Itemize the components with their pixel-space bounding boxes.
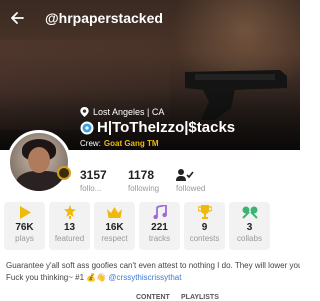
arrow-left-icon [11,12,24,24]
back-button[interactable] [9,10,25,26]
play-icon [17,205,33,219]
following-stat[interactable]: 1178 following [128,168,159,193]
tracks-card[interactable]: 221 tracks [139,202,180,250]
collab-icon [241,205,258,219]
crown-icon [107,205,123,219]
stats-cards: 76K plays 13 featured 16K respect 221 tr… [4,202,314,250]
followers-count: 3157 [80,168,107,182]
bio-mention-link[interactable]: @crssythiscrissythat [108,273,181,282]
crew-line: Crew: Goat Gang TM [80,139,159,148]
top-bar: @hrpaperstacked [0,0,300,36]
profile-handle: @hrpaperstacked [45,10,163,26]
bio: Guarantee y'all soft ass goofies can't e… [6,260,300,284]
crew-label: Crew: [80,139,101,148]
card-value: 76K [15,222,34,233]
music-note-icon [152,205,168,219]
location-text: Lost Angeles | CA [93,107,165,117]
location-pin-icon [80,107,89,117]
followers-label: follo... [80,184,102,193]
followers-stat[interactable]: 3157 follo... [80,168,107,193]
followed-label: followed [176,184,206,193]
card-label: featured [54,234,85,243]
disc-icon [80,121,94,134]
following-count: 1178 [128,168,155,182]
followed-button[interactable]: followed [176,168,205,193]
card-value: 221 [151,222,168,233]
card-label: respect [101,234,128,243]
card-label: contests [189,234,220,243]
user-check-icon [176,169,194,181]
plays-card[interactable]: 76K plays [4,202,45,250]
bio-text: Fuck you thinking~ #1 💰👋 [6,273,109,282]
avatar[interactable] [7,130,71,194]
featured-card[interactable]: 13 featured [49,202,90,250]
crew-link[interactable]: Goat Gang TM [104,139,159,148]
card-value: 3 [246,222,253,233]
bio-line: Guarantee y'all soft ass goofies can't e… [6,261,300,270]
collabs-card[interactable]: 3 collabs [229,202,270,250]
trophy-icon [197,205,213,219]
location: Lost Angeles | CA [80,107,164,117]
card-label: collabs [237,234,262,243]
card-value: 9 [201,222,208,233]
display-name: H|ToTheIzzo|$tacks [80,119,235,136]
contests-card[interactable]: 9 contests [184,202,225,250]
card-label: plays [15,234,34,243]
display-name-text: H|ToTheIzzo|$tacks [97,119,236,136]
bio-line: Fuck you thinking~ #1 💰👋 @crssythiscriss… [6,272,300,284]
respect-card[interactable]: 16K respect [94,202,135,250]
card-value: 16K [105,222,124,233]
featured-icon [62,205,78,219]
card-value: 13 [63,222,76,233]
card-label: tracks [148,234,171,243]
rank-badge-icon [57,166,71,180]
following-label: following [128,184,160,193]
